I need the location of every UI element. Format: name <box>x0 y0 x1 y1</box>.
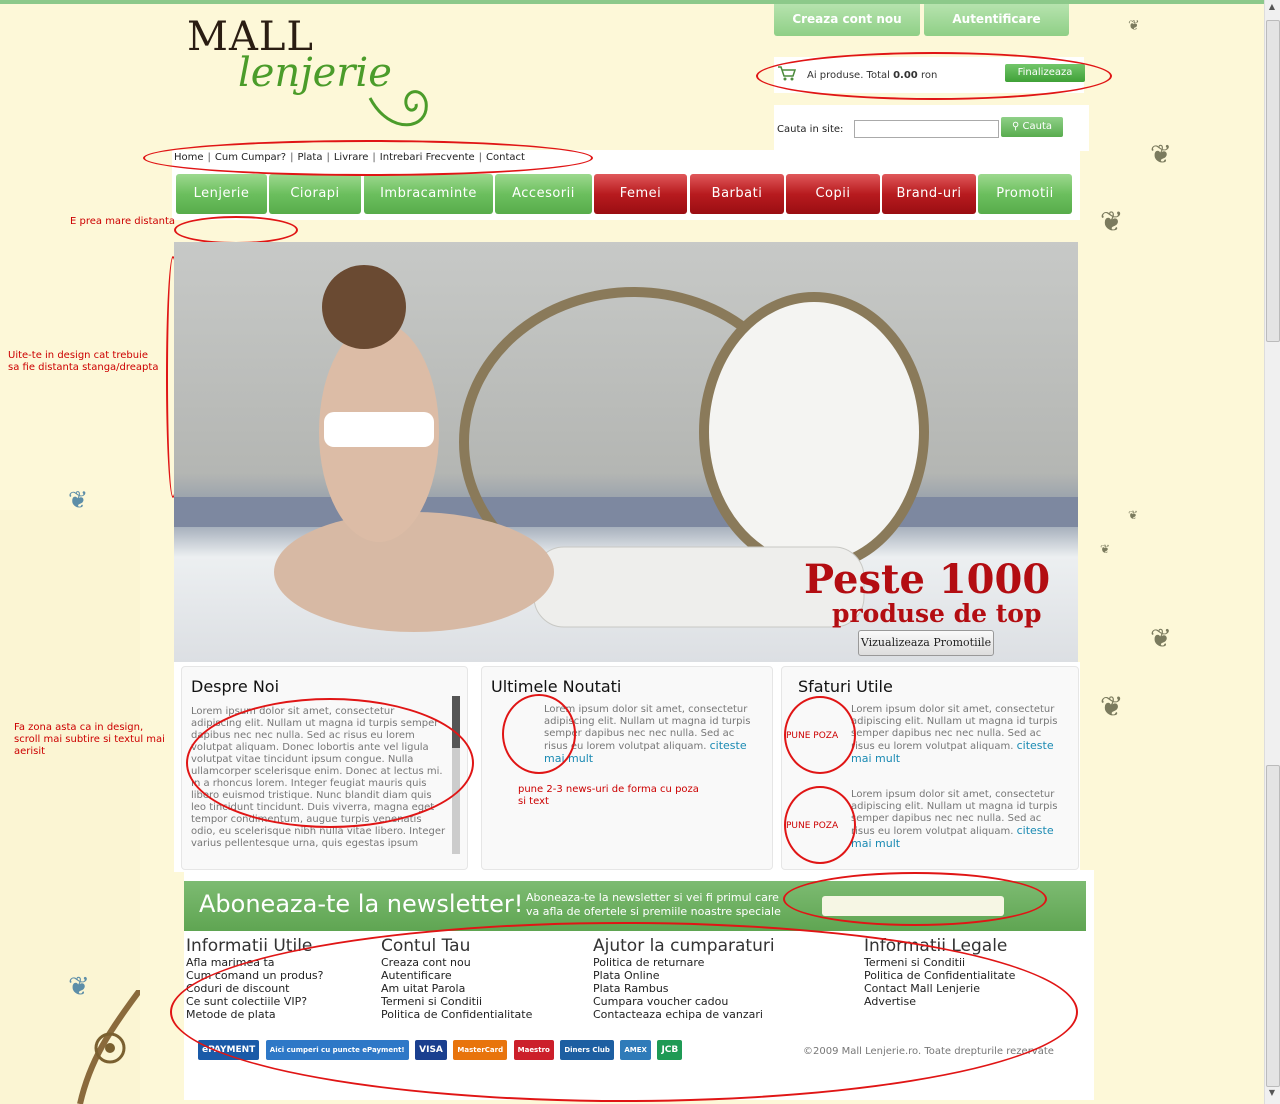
annotation-margins-line: sa fie distanta stanga/dreapta <box>8 362 159 373</box>
tips-item: Lorem ipsum dolor sit amet, consectetur … <box>851 789 1061 851</box>
logo-swirl-icon <box>368 90 428 127</box>
scrollbar-thumb[interactable] <box>1266 20 1280 342</box>
menu-ciorapi[interactable]: Ciorapi <box>269 174 361 214</box>
annotation-ellipse-about <box>186 698 474 828</box>
annotation-photo: PUNE POZA <box>786 731 839 741</box>
tips-item: Lorem ipsum dolor sit amet, consectetur … <box>851 704 1061 766</box>
annotation-news: pune 2-3 news-uri de forma cu poza si tex… <box>518 784 699 808</box>
annotation-margins: Uite-te in design cat trebuie sa fie dist… <box>8 350 158 374</box>
annotation-ellipse-topnav <box>143 140 593 176</box>
search-input[interactable] <box>854 120 999 138</box>
butterfly-icon: ❦ <box>1150 140 1172 170</box>
annotation-distance: E prea mare distanta <box>70 216 176 227</box>
menu-femei[interactable]: Femei <box>594 174 687 214</box>
menu-accesorii[interactable]: Accesorii <box>495 174 592 214</box>
create-account-button[interactable]: Creaza cont nou <box>774 4 920 36</box>
about-title: Despre Noi <box>191 677 280 696</box>
annotation-zone-line: Fa zona asta ca in design, <box>14 722 144 733</box>
menu-brand-uri[interactable]: Brand-uri <box>882 174 976 214</box>
scroll-up-icon[interactable]: ▲ <box>1266 2 1278 14</box>
scroll-down-icon[interactable]: ▼ <box>1266 1088 1278 1100</box>
butterfly-icon: ❦ <box>1150 624 1172 654</box>
hero-title: Peste 1000 <box>804 556 1051 603</box>
tips-title: Sfaturi Utile <box>798 677 893 696</box>
butterfly-icon: ❦ <box>1128 508 1139 522</box>
annotation-photo: PUNE POZA <box>786 821 839 831</box>
annotation-ellipse-distance <box>174 216 298 244</box>
newsletter-text-line: Aboneaza-te la newsletter si vei fi prim… <box>526 891 779 904</box>
butterfly-icon: ❦ <box>1100 542 1111 556</box>
scrollbar-thumb-secondary[interactable] <box>1266 765 1280 1087</box>
annotation-zone-line: aerisit <box>14 746 46 757</box>
menu-copii[interactable]: Copii <box>786 174 880 214</box>
newsletter-text-line: va afla de ofertele si premiile noastre … <box>526 905 781 918</box>
search-icon: ⚲ <box>1011 121 1023 132</box>
search-button[interactable]: ⚲ Cauta <box>1001 117 1063 137</box>
annotation-zone: Fa zona asta ca in design, scroll mai sub… <box>14 722 165 758</box>
butterfly-icon: ❦ <box>1128 18 1140 34</box>
annotation-news-line: pune 2-3 news-uri de forma cu poza <box>518 784 699 795</box>
menu-promotii[interactable]: Promotii <box>978 174 1072 214</box>
butterfly-icon: ❦ <box>1100 205 1124 238</box>
menu-barbati[interactable]: Barbati <box>690 174 784 214</box>
search-button-label: Cauta <box>1022 121 1053 132</box>
news-title: Ultimele Noutati <box>491 677 622 696</box>
search-label: Cauta in site: <box>777 124 844 135</box>
butterfly-icon: ❦ <box>68 486 89 514</box>
top-accent-bar <box>0 0 1280 4</box>
annotation-ellipse-cart <box>756 52 1112 100</box>
view-promotions-button[interactable]: Vizualizeaza Promotiile <box>858 630 994 656</box>
hero-subtitle: produse de top <box>832 599 1042 628</box>
newsletter-text: Aboneaza-te la newsletter si vei fi prim… <box>526 891 781 919</box>
annotation-zone-line: scroll mai subtire si textul mai <box>14 734 165 745</box>
flower-decoration <box>77 990 140 1104</box>
newsletter-title: Aboneaza-te la newsletter! <box>199 890 524 918</box>
annotation-ellipse-news-photo <box>502 694 576 774</box>
butterfly-icon: ❦ <box>1100 690 1124 723</box>
login-button[interactable]: Autentificare <box>924 4 1069 36</box>
annotation-margins-line: Uite-te in design cat trebuie <box>8 350 148 361</box>
menu-imbracaminte[interactable]: Imbracaminte <box>364 174 493 214</box>
annotation-news-line: si text <box>518 796 549 807</box>
annotation-ellipse-newsletter <box>783 872 1047 926</box>
menu-lenjerie[interactable]: Lenjerie <box>176 174 267 214</box>
annotation-ellipse-footer <box>170 922 1078 1102</box>
